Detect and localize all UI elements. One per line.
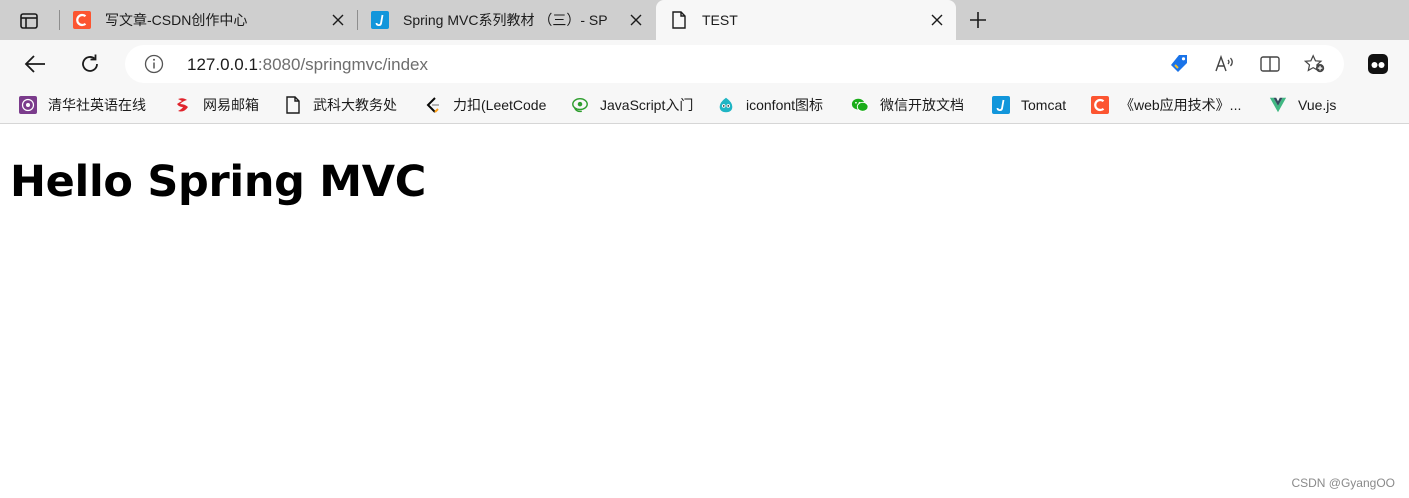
bookmark-label: Vue.js [1298,97,1337,113]
page-heading: Hello Spring MVC [10,157,427,207]
profile-button[interactable] [1362,48,1394,80]
bookmark-item[interactable]: 武科大教务处 [284,94,397,116]
tab-test[interactable]: TEST [656,0,956,40]
read-aloud-icon[interactable] [1214,53,1236,75]
bookmark-label: 《web应用技术》... [1120,97,1242,113]
csdn-icon [73,11,91,29]
url-path: :8080/springmvc/index [257,55,428,74]
how2j-icon [371,11,389,29]
avatar-icon [1368,54,1388,74]
url-text[interactable]: 127.0.0.1:8080/springmvc/index [187,55,428,75]
navigation-toolbar: 127.0.0.1:8080/springmvc/index [0,40,1409,88]
shopping-tag-icon[interactable] [1168,53,1190,75]
plus-icon [970,12,986,28]
tab-csdn[interactable]: 写文章-CSDN创作中心 [59,0,357,40]
csdn-icon [1091,96,1109,114]
url-host: 127.0.0.1 [187,55,258,74]
bookmark-item[interactable]: 网易邮箱 [174,94,259,116]
bookmark-item[interactable]: Tomcat [992,94,1066,116]
iconfont-icon [717,96,735,114]
site-info-icon[interactable] [143,53,165,75]
refresh-icon [82,54,98,72]
page-viewport: Hello Spring MVC CSDN @GyangOO [0,125,1409,498]
tab-actions-icon [20,13,38,29]
tab-spring-mvc[interactable]: Spring MVC系列教材 （三）- SP [357,0,655,40]
netease-mail-icon [174,96,192,114]
add-favorite-icon[interactable] [1304,53,1326,75]
csdn-watermark: CSDN @GyangOO [1291,476,1395,490]
tab-close-icon[interactable] [628,12,644,28]
bookmark-label: iconfont图标 [746,97,824,113]
bookmark-item[interactable]: 《web应用技术》... [1091,94,1241,116]
bookmark-label: 力扣(LeetCode [453,97,547,113]
back-arrow-icon [24,55,45,73]
how2j-icon [992,96,1010,114]
bookmark-label: 武科大教务处 [313,97,397,113]
tsinghua-icon [19,96,37,114]
tab-title: Spring MVC系列教材 （三）- SP [403,12,608,28]
bookmark-item[interactable]: Vue.js [1269,94,1336,116]
back-button[interactable] [19,48,51,80]
refresh-button[interactable] [74,48,106,80]
javascript-icon [571,96,589,114]
bookmarks-bar: 清华社英语在线 网易邮箱 武科大教务处 力扣(LeetCode JavaScri… [0,88,1409,124]
bookmark-item[interactable]: 力扣(LeetCode [424,94,546,116]
wechat-icon [851,96,869,114]
new-tab-button[interactable] [962,8,994,32]
bookmark-item[interactable]: 微信开放文档 [851,94,964,116]
tab-close-icon[interactable] [330,12,346,28]
tab-strip: 写文章-CSDN创作中心 Spring MVC系列教材 （三）- SP TEST [0,0,1409,40]
split-screen-icon[interactable] [1259,53,1281,75]
vue-icon [1269,96,1287,114]
bookmark-item[interactable]: 清华社英语在线 [19,94,146,116]
bookmark-label: 网易邮箱 [203,97,259,113]
bookmark-item[interactable]: iconfont图标 [717,94,823,116]
tab-actions-button[interactable] [12,8,46,34]
bookmark-label: 微信开放文档 [880,97,964,113]
bookmark-label: Tomcat [1021,97,1067,113]
page-icon [670,11,688,29]
tab-close-icon[interactable] [929,12,945,28]
address-bar[interactable]: 127.0.0.1:8080/springmvc/index [125,45,1344,83]
bookmark-label: 清华社英语在线 [48,97,146,113]
bookmark-item[interactable]: JavaScript入门 [571,94,693,116]
tab-title: 写文章-CSDN创作中心 [105,12,248,28]
bookmark-label: JavaScript入门 [600,97,694,113]
tab-title: TEST [702,12,738,28]
page-icon [284,96,302,114]
leetcode-icon [424,96,442,114]
